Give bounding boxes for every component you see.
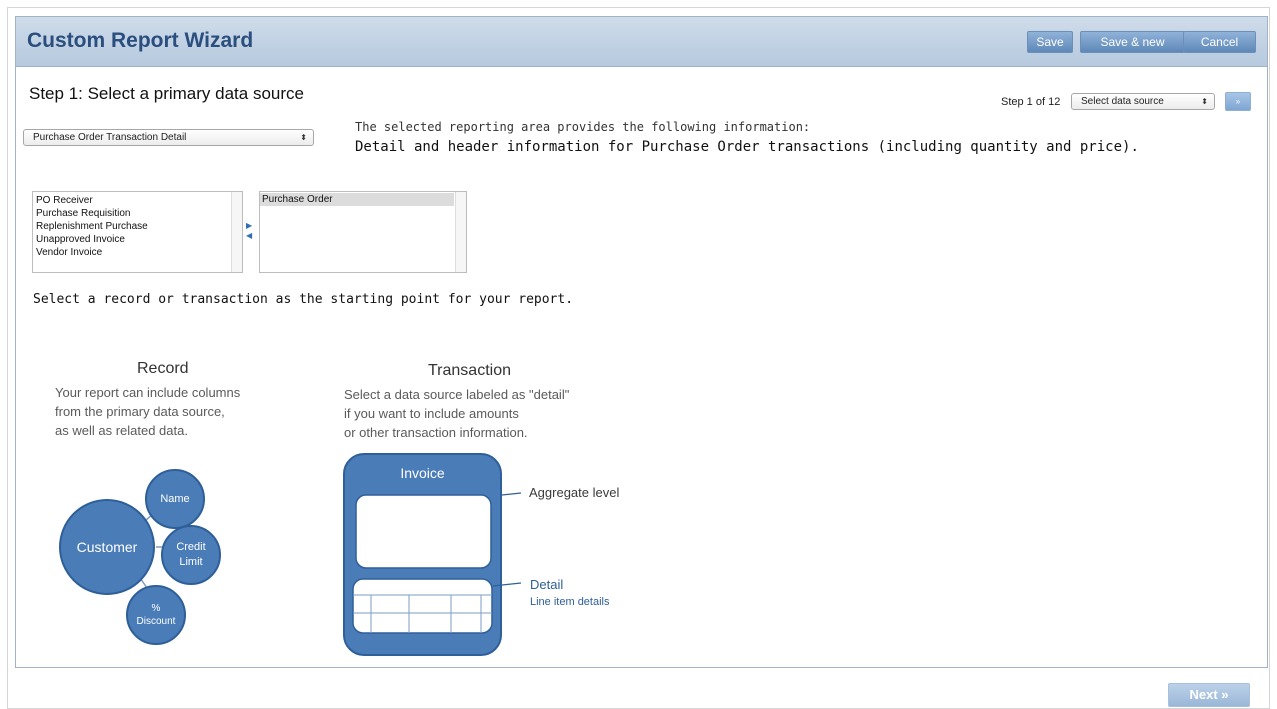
aggregate-label: Aggregate level (529, 485, 620, 500)
discount-node: % Discount (126, 585, 186, 645)
transaction-text-line: or other transaction information. (344, 425, 528, 440)
limit-label: Limit (179, 556, 203, 568)
transaction-text-line: Select a data source labeled as "detail" (344, 387, 570, 402)
scrollbar[interactable] (455, 192, 466, 272)
list-item[interactable]: Purchase Requisition (36, 207, 242, 220)
name-node: Name (145, 469, 205, 529)
cancel-button[interactable]: Cancel (1183, 31, 1256, 53)
percent-label: % (151, 603, 161, 614)
transaction-text-line: if you want to include amounts (344, 406, 519, 421)
list-item[interactable]: PO Receiver (36, 194, 242, 207)
data-source-select[interactable]: Purchase Order Transaction Detail ⬍ (23, 129, 314, 146)
next-button[interactable]: Next » (1168, 683, 1250, 707)
customer-node: Customer (59, 499, 155, 595)
scrollbar[interactable] (231, 192, 242, 272)
record-description: Your report can include columns from the… (55, 383, 240, 440)
step-select-value: Select data source (1081, 96, 1164, 107)
instruction-text: Select a record or transaction as the st… (33, 292, 574, 307)
name-label: Name (160, 493, 190, 505)
save-button[interactable]: Save (1027, 31, 1073, 53)
step-counter: Step 1 of 12 (1001, 96, 1061, 108)
list-item-selected[interactable]: Purchase Order (260, 193, 454, 206)
page-title: Custom Report Wizard (27, 29, 254, 52)
select-arrows-icon: ⬍ (1201, 97, 1208, 106)
record-text-line: as well as related data. (55, 423, 188, 438)
list-item[interactable]: Vendor Invoice (36, 246, 242, 259)
list-item[interactable]: Replenishment Purchase (36, 220, 242, 233)
transaction-heading: Transaction (428, 362, 511, 379)
move-right-icon[interactable]: ▶ (246, 221, 254, 231)
invoice-title: Invoice (400, 465, 445, 481)
header-bar: Custom Report Wizard Save Save & new Can… (16, 17, 1267, 67)
discount-label: Discount (136, 616, 176, 627)
record-diagram: Customer Name Credit Limit % Discount (56, 467, 236, 657)
record-text-line: from the primary data source, (55, 404, 225, 419)
save-and-new-button[interactable]: Save & new (1080, 31, 1185, 53)
step-select[interactable]: Select data source ⬍ (1071, 93, 1215, 110)
info-intro: The selected reporting area provides the… (355, 120, 811, 134)
detail-label: Detail (530, 577, 564, 592)
move-buttons: ▶ ◀ (246, 221, 254, 241)
detail-sublabel: Line item details (530, 596, 610, 608)
select-arrows-icon: ⬍ (300, 133, 307, 142)
credit-limit-node: Credit Limit (161, 525, 221, 585)
record-heading: Record (137, 360, 189, 377)
data-source-select-value: Purchase Order Transaction Detail (33, 132, 187, 143)
credit-label: Credit (176, 541, 206, 553)
info-detail: Detail and header information for Purcha… (355, 139, 1139, 155)
list-item[interactable]: Unapproved Invoice (36, 233, 242, 246)
invoice-graphic (343, 453, 522, 656)
step-go-button[interactable]: » (1225, 92, 1251, 111)
move-left-icon[interactable]: ◀ (246, 231, 254, 241)
transaction-description: Select a data source labeled as "detail"… (344, 385, 569, 442)
transaction-diagram: Invoice Aggregate level Detail Line item… (341, 451, 661, 659)
step-title: Step 1: Select a primary data source (29, 84, 304, 103)
selected-sources-list[interactable]: Purchase Order (259, 191, 467, 273)
wizard-panel: Custom Report Wizard Save Save & new Can… (15, 16, 1268, 668)
record-text-line: Your report can include columns (55, 385, 241, 400)
available-sources-list[interactable]: PO Receiver Purchase Requisition Repleni… (32, 191, 243, 273)
customer-label: Customer (76, 539, 138, 555)
